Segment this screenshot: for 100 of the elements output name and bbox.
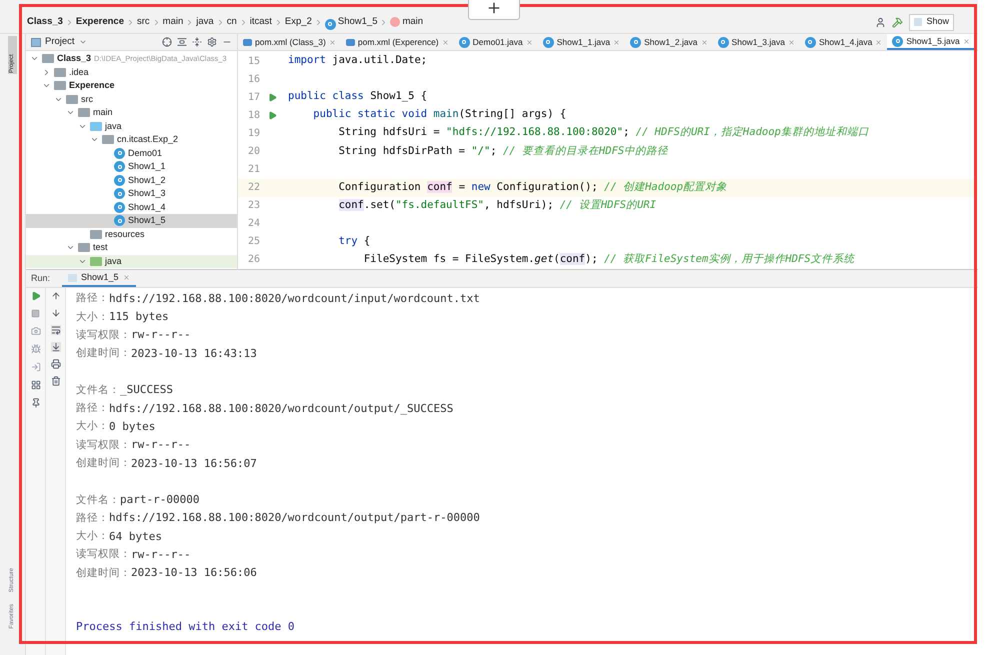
panel-title[interactable]: Project	[45, 34, 75, 50]
pin-icon[interactable]	[30, 398, 40, 408]
close-icon[interactable]	[526, 38, 533, 46]
breadcrumb-item[interactable]: java	[196, 14, 214, 30]
tree-item[interactable]: src	[26, 92, 237, 106]
folder-icon	[54, 81, 66, 90]
breadcrumb-item[interactable]: src	[136, 14, 150, 30]
folder-icon	[54, 68, 66, 77]
panel-icon	[31, 38, 41, 46]
down-arrow-icon[interactable]	[50, 308, 60, 318]
tree-item[interactable]: main	[26, 106, 237, 120]
folder-icon	[78, 243, 90, 252]
tree-item[interactable]: Show1_2	[26, 174, 237, 187]
bug-icon[interactable]	[30, 344, 40, 354]
tree-item[interactable]: resources	[26, 228, 237, 241]
close-icon[interactable]	[962, 38, 970, 44]
wrap-icon[interactable]	[50, 325, 60, 335]
exit-icon[interactable]	[30, 362, 40, 372]
breadcrumb-item[interactable]: Experence	[76, 14, 124, 30]
breadcrumb-item[interactable]: Show1_5	[338, 14, 378, 30]
breadcrumb-item[interactable]: Class_3	[27, 14, 63, 30]
expand-all-icon[interactable]	[177, 37, 187, 47]
tree-item[interactable]: .idea	[26, 66, 237, 79]
tree-item[interactable]: Show1_5	[26, 214, 237, 228]
line-number: 15	[246, 54, 260, 69]
line-number: 18	[246, 108, 260, 123]
tree-item[interactable]: test	[26, 241, 237, 254]
add-button[interactable]	[468, 0, 520, 20]
settings-icon[interactable]	[207, 37, 217, 47]
build-icon[interactable]	[892, 16, 904, 28]
dropdown-icon[interactable]	[78, 38, 87, 46]
console-line: 路径：hdfs://192.168.88.100:8020/wordcount/output/part-r-00000	[76, 510, 481, 526]
console-line: 大小：0 bytes	[76, 418, 156, 435]
console-line: 创建时间：2023-10-13 16:56:06	[76, 565, 258, 582]
console-line: 大小：115 bytes	[76, 309, 170, 326]
tree-item[interactable]: Show1_1	[26, 160, 237, 174]
class-icon	[458, 36, 470, 48]
breadcrumb-item[interactable]: itcast	[250, 14, 272, 30]
editor-tab[interactable]: Show1_4.java	[800, 34, 888, 50]
class-icon	[892, 36, 904, 46]
folder-icon	[66, 94, 78, 104]
run-tab[interactable]: Show1_5	[62, 270, 136, 287]
code-line: import java.util.Date;	[287, 53, 428, 68]
breadcrumb-item[interactable]: main	[162, 14, 184, 30]
tree-item[interactable]: Experence	[26, 79, 237, 92]
editor-tab[interactable]: Show1_3.java	[712, 34, 800, 50]
collapse-all-icon[interactable]	[192, 37, 202, 47]
close-icon[interactable]	[328, 38, 336, 46]
breadcrumb-item[interactable]: Exp_2	[284, 14, 312, 30]
tree-item[interactable]: java	[26, 254, 237, 268]
close-icon[interactable]	[875, 38, 882, 46]
console-line: 路径：hdfs://192.168.88.100:8020/wordcount/output/_SUCCESS	[76, 400, 454, 417]
tree-item[interactable]: Show1_3	[26, 187, 237, 200]
class-icon	[542, 36, 554, 48]
line-number: 19	[246, 126, 260, 141]
breadcrumb-item[interactable]: main	[402, 14, 424, 30]
close-icon[interactable]	[122, 274, 130, 281]
rerun-icon[interactable]	[30, 291, 40, 301]
stop-icon[interactable]	[31, 309, 40, 318]
tree-item[interactable]: Demo01	[26, 146, 237, 160]
folder-icon	[42, 54, 54, 64]
tree-item[interactable]: Show1_4	[26, 200, 237, 214]
trash-icon[interactable]	[50, 376, 60, 386]
collapse-icon[interactable]	[42, 68, 51, 77]
line-number: 23	[246, 199, 260, 214]
close-icon[interactable]	[613, 38, 620, 46]
console-line: 读写权限：rw-r--r--	[76, 437, 192, 454]
close-icon[interactable]	[700, 38, 708, 46]
code-line: String hdfsUri = "hdfs://192.168.88.100:8020"; // HDFS的URI，指定Hadoop集群的地址和端口	[338, 125, 869, 140]
editor-tab[interactable]: Show1_2.java	[625, 34, 713, 50]
console-line: 创建时间：2023-10-13 16:56:07	[76, 456, 258, 472]
folder-icon	[102, 135, 114, 144]
tree-item[interactable]: java	[26, 120, 237, 133]
class-icon	[718, 36, 729, 48]
editor-tab[interactable]: Demo01.java	[454, 34, 538, 50]
class-icon	[114, 161, 125, 172]
tree-item[interactable]: cn.itcast.Exp_2	[26, 133, 237, 146]
camera-icon[interactable]	[30, 326, 40, 336]
scroll-to-end-icon[interactable]	[50, 342, 60, 352]
user-icon[interactable]	[875, 16, 886, 28]
close-icon[interactable]	[788, 38, 795, 46]
layout-icon[interactable]	[30, 380, 40, 390]
close-icon[interactable]	[442, 38, 449, 46]
code-line: try {	[338, 234, 370, 249]
console-line: 文件名：_SUCCESS	[76, 382, 174, 398]
editor-tab[interactable]: Show1_1.java	[538, 34, 626, 50]
run-config-dropdown[interactable]: Show	[909, 14, 954, 30]
locate-icon[interactable]	[162, 37, 172, 47]
code-line: public static void main(String[] args) {	[312, 107, 566, 122]
editor-tab[interactable]: pom.xml (Class_3)	[238, 34, 341, 50]
editor-tab[interactable]: pom.xml (Experence)	[340, 34, 454, 50]
breadcrumb-item[interactable]: cn	[226, 14, 237, 30]
console-line: 大小：64 bytes	[76, 528, 163, 545]
up-arrow-icon[interactable]	[50, 291, 60, 301]
folder-icon	[90, 256, 102, 266]
code-line: conf.set("fs.defaultFS", hdfsUri); // 设置HDFS的URI	[338, 198, 656, 213]
editor-tab[interactable]: Show1_5.java	[887, 34, 975, 50]
print-icon[interactable]	[50, 359, 60, 369]
line-number: 20	[246, 144, 260, 159]
line-number: 21	[246, 163, 260, 177]
